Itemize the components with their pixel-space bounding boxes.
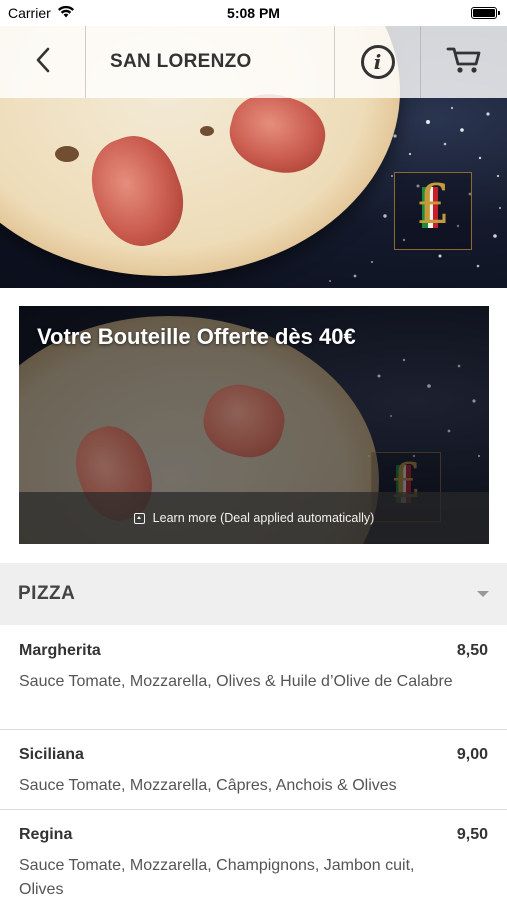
- back-button[interactable]: [0, 26, 86, 98]
- status-bar: Carrier 5:08 PM: [0, 0, 507, 26]
- menu-item-price: 9,50: [456, 826, 488, 843]
- chevron-down-icon: [477, 591, 489, 597]
- chevron-left-icon: [35, 46, 51, 79]
- info-icon: i: [360, 45, 395, 79]
- menu-item[interactable]: Siciliana 9,00 Sauce Tomate, Mozzarella,…: [0, 730, 507, 810]
- cart-icon: [446, 45, 482, 80]
- menu-item-description: Sauce Tomate, Mozzarella, Olives & Huile…: [19, 673, 453, 690]
- promo-learn-more-label: Learn more (Deal applied automatically): [152, 511, 375, 525]
- menu-item-name: Margherita: [19, 642, 101, 659]
- promo-banner[interactable]: £ Votre Bouteille Offerte dès 40€ Learn …: [19, 306, 489, 544]
- menu-item[interactable]: Margherita 8,50 Sauce Tomate, Mozzarella…: [0, 626, 507, 730]
- menu-item-description: Sauce Tomate, Mozzarella, Câpres, Anchoi…: [19, 777, 397, 794]
- category-title: PIZZA: [18, 583, 76, 604]
- menu-item-name: Siciliana: [19, 746, 84, 763]
- hero-crust-spot: [200, 126, 214, 136]
- menu-item-name: Regina: [19, 826, 73, 843]
- menu-item-description: Sauce Tomate, Mozzarella, Champignons, J…: [19, 857, 415, 898]
- menu-item-price: 8,50: [456, 642, 488, 659]
- hero-crust-spot: [55, 146, 79, 162]
- cart-button[interactable]: [421, 26, 507, 98]
- menu-item-price: 9,00: [456, 746, 488, 763]
- category-header-pizza[interactable]: PIZZA: [0, 563, 507, 625]
- expand-icon: [133, 512, 145, 524]
- page-title: SAN LORENZO: [86, 26, 335, 98]
- battery-icon: [471, 7, 500, 19]
- promo-learn-more[interactable]: Learn more (Deal applied automatically): [19, 492, 489, 544]
- nav-bar: SAN LORENZO i: [0, 26, 507, 98]
- restaurant-logo: £: [394, 172, 472, 250]
- promo-title: Votre Bouteille Offerte dès 40€: [37, 324, 356, 349]
- menu-item[interactable]: Regina 9,50 Sauce Tomate, Mozzarella, Ch…: [0, 810, 507, 900]
- status-time: 5:08 PM: [227, 5, 280, 21]
- info-button[interactable]: i: [335, 26, 421, 98]
